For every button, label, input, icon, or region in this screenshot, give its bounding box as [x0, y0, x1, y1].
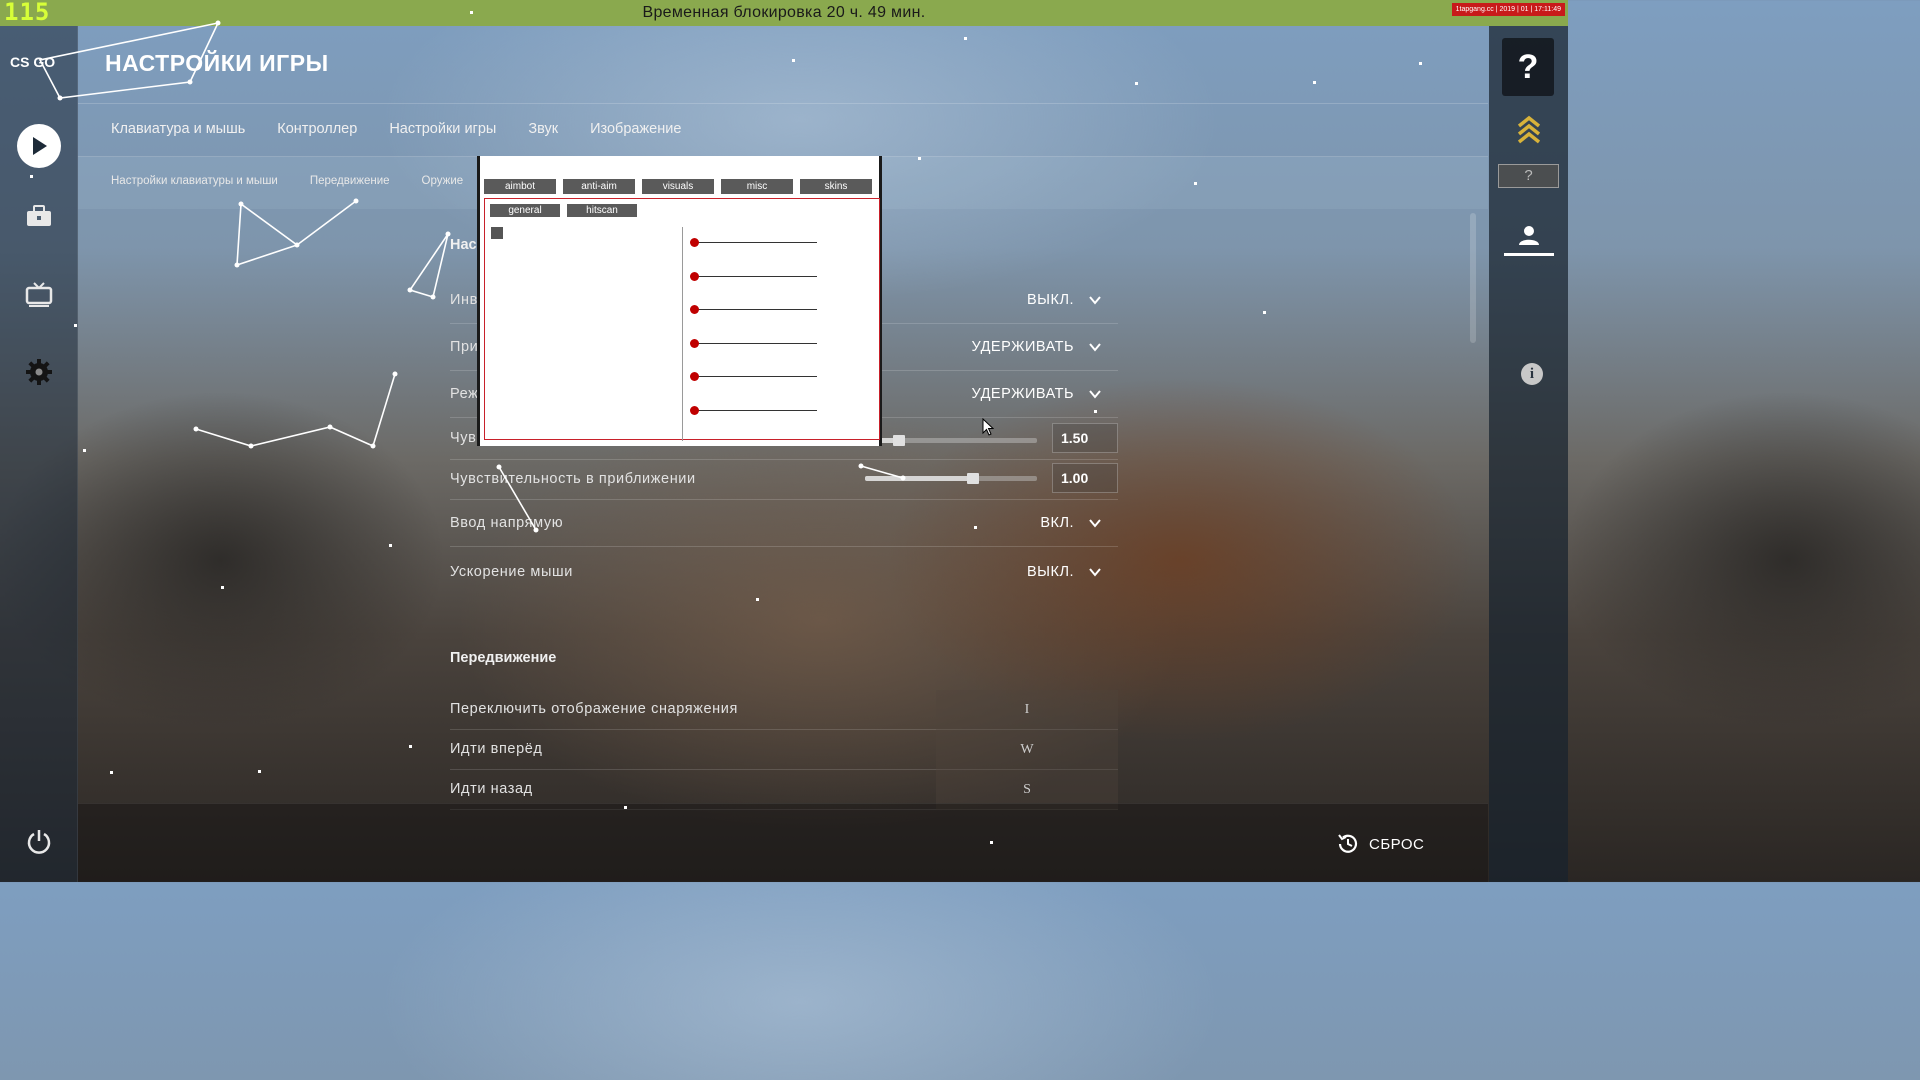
cheat-tab-visuals[interactable]: visuals: [642, 179, 714, 194]
cheat-slider[interactable]: [690, 271, 817, 281]
snow-particle: [221, 586, 224, 589]
cheat-slider[interactable]: [690, 372, 817, 381]
snow-particle: [974, 526, 977, 529]
snow-particle: [964, 37, 967, 40]
cheat-subtabs: general hitscan: [490, 204, 637, 217]
cheat-panel: general hitscan: [484, 198, 880, 441]
cheat-slider[interactable]: [690, 305, 817, 314]
snow-particle: [1194, 182, 1197, 185]
cheat-tabs: aimbot anti-aim visuals misc skins: [484, 179, 872, 194]
snow-particle: [624, 806, 627, 809]
cheat-slider-handle[interactable]: [690, 305, 699, 314]
snow-particle: [1263, 311, 1266, 314]
cheat-slider-handle[interactable]: [690, 405, 699, 415]
cheat-slider[interactable]: [690, 405, 817, 415]
snow-particle: [110, 771, 113, 774]
snow-particle: [470, 11, 473, 14]
snow-particle: [1094, 410, 1097, 413]
cheat-checkbox[interactable]: [491, 227, 503, 239]
mouse-cursor-icon: [982, 418, 994, 436]
cheat-subtab-general[interactable]: general: [490, 204, 560, 217]
snow-particle: [83, 449, 86, 452]
cheat-slider-handle[interactable]: [690, 238, 699, 247]
cheat-menu-window[interactable]: aimbot anti-aim visuals misc skins gener…: [477, 156, 882, 446]
snow-particle: [1313, 81, 1316, 84]
cheat-subtab-hitscan[interactable]: hitscan: [567, 204, 637, 217]
snow-particle: [389, 544, 392, 547]
snow-particle: [258, 770, 261, 773]
snow-particle: [918, 157, 921, 160]
cheat-column-divider: [682, 227, 683, 441]
snow-particle: [74, 324, 77, 327]
snow-particle: [756, 598, 759, 601]
snow-particle: [792, 59, 795, 62]
cheat-tab-skins[interactable]: skins: [800, 179, 872, 194]
cheat-slider[interactable]: [690, 238, 817, 247]
cheat-tab-misc[interactable]: misc: [721, 179, 793, 194]
cheat-slider-handle[interactable]: [690, 271, 699, 281]
cheat-tab-anti-aim[interactable]: anti-aim: [563, 179, 635, 194]
cheat-tab-aimbot[interactable]: aimbot: [484, 179, 556, 194]
snow-particle: [990, 841, 993, 844]
cheat-slider[interactable]: [690, 338, 817, 348]
snow-particle: [30, 175, 33, 178]
snow-particle: [1419, 62, 1422, 65]
snow-particle: [1135, 82, 1138, 85]
snow-particle: [409, 745, 412, 748]
cheat-slider-handle[interactable]: [690, 338, 699, 348]
cheat-slider-handle[interactable]: [690, 372, 699, 381]
